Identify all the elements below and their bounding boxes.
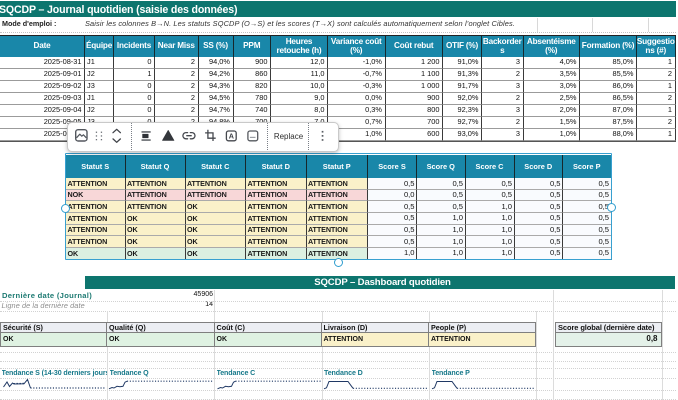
svg-text:A: A (229, 132, 234, 141)
